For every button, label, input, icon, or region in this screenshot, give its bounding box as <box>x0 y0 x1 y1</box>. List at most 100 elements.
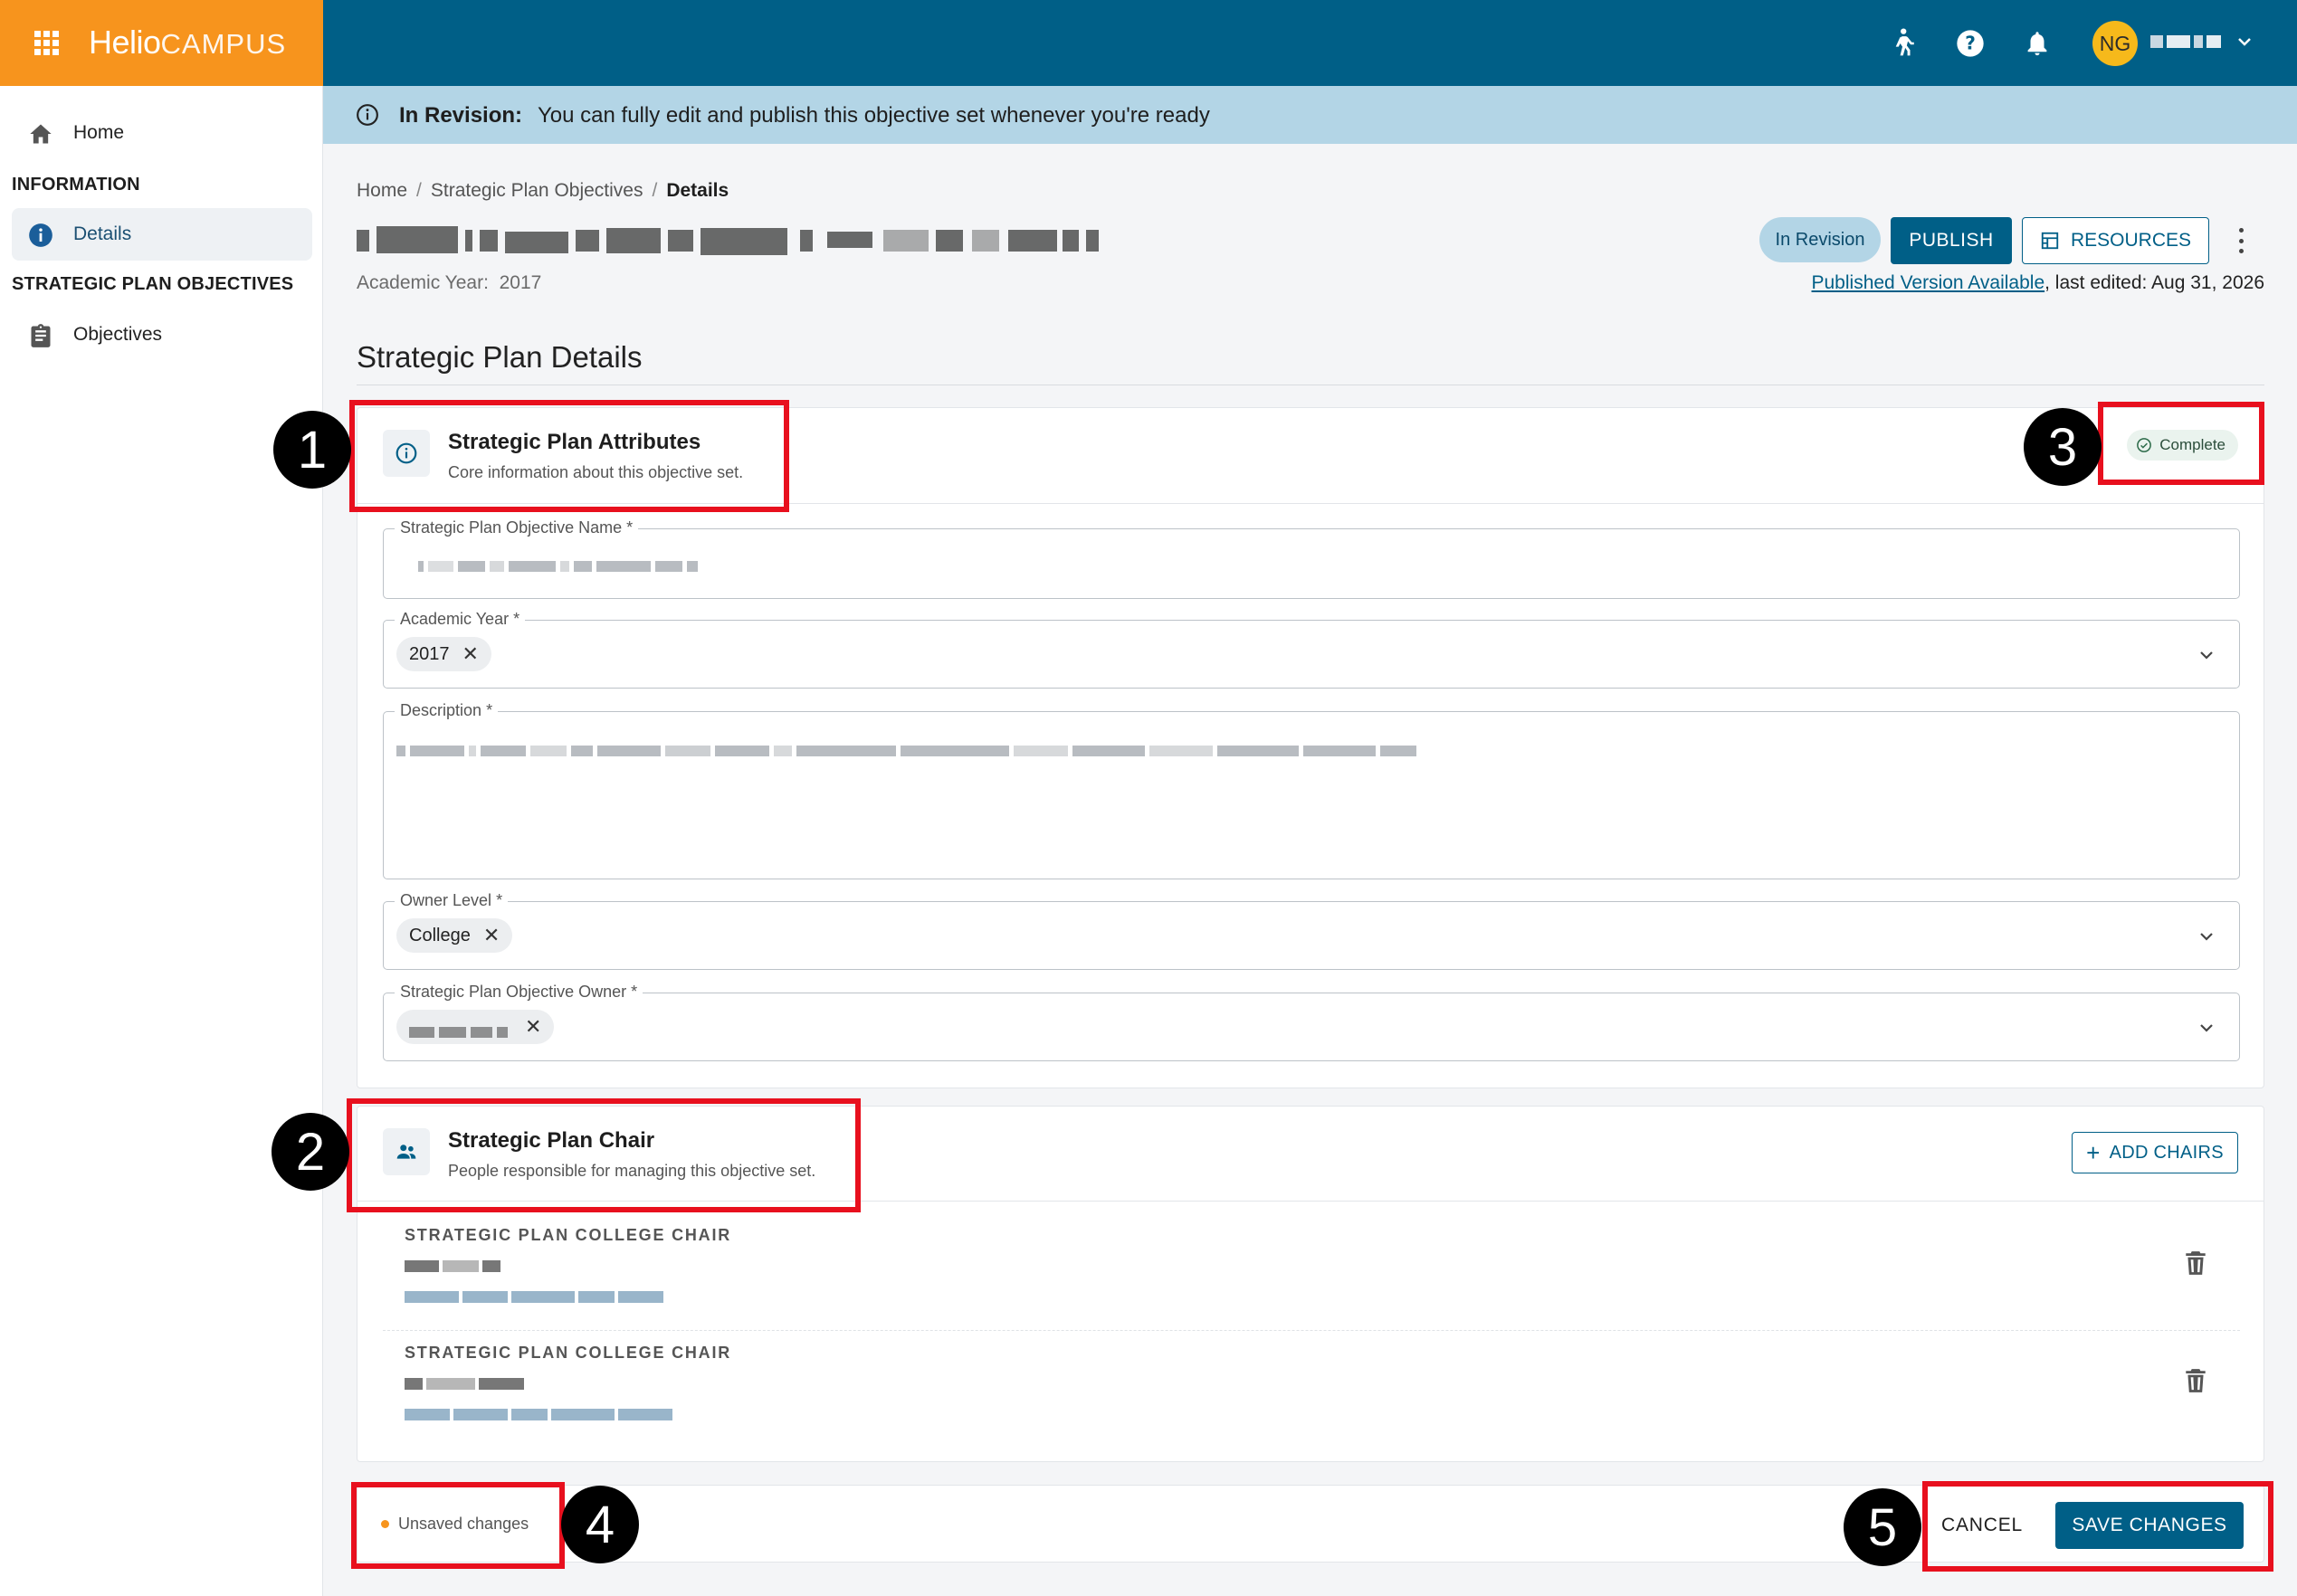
sidebar-item-label: Details <box>73 223 132 244</box>
description-label: Description * <box>395 701 499 720</box>
published-version-link[interactable]: Published Version Available <box>1812 272 2045 293</box>
more-options-icon[interactable] <box>2232 224 2250 257</box>
logo-word-helio: Helio <box>89 24 161 61</box>
table-chart-icon <box>2041 232 2059 250</box>
remove-chip-close-icon[interactable]: ✕ <box>462 644 479 664</box>
academic-year-chip: 2017 ✕ <box>396 637 491 671</box>
cancel-button[interactable]: CANCEL <box>1930 1502 2034 1549</box>
required-marker: * <box>496 891 503 909</box>
home-icon <box>30 124 52 144</box>
brand-area: HelioCAMPUS <box>0 0 323 86</box>
sidebar-item-label: Home <box>73 122 125 143</box>
description-textarea[interactable]: Description * <box>383 701 2240 879</box>
help-icon[interactable]: ? <box>1954 27 1987 60</box>
chevron-down-icon[interactable] <box>2196 926 2217 947</box>
objective-name-label: Strategic Plan Objective Name * <box>395 518 639 537</box>
chair-row: STRATEGIC PLAN COLLEGE CHAIR <box>383 1204 2240 1320</box>
remove-chip-close-icon[interactable]: ✕ <box>483 926 500 945</box>
published-info: Published Version Available, last edited… <box>1812 272 2265 294</box>
unsaved-dot-icon <box>381 1520 389 1528</box>
owner-level-chip: College ✕ <box>396 918 513 953</box>
annotation-number-1: 1 <box>273 411 351 489</box>
objective-owner-label: Strategic Plan Objective Owner * <box>395 983 643 1002</box>
trash-icon[interactable] <box>2184 1367 2207 1394</box>
academic-year-select[interactable]: Academic Year * 2017 ✕ <box>383 610 2240 689</box>
section-title: Strategic Plan Details <box>357 340 643 374</box>
chip-label: College <box>409 925 471 945</box>
heliocampus-logo[interactable]: HelioCAMPUS <box>89 24 286 62</box>
annotation-number-3: 3 <box>2024 408 2102 486</box>
top-app-bar: HelioCAMPUS ? NG <box>0 0 2297 86</box>
card-divider <box>357 1201 2264 1202</box>
people-icon <box>383 1128 430 1175</box>
field-label-text: Strategic Plan Objective Owner <box>400 983 627 1001</box>
apps-grid-icon[interactable] <box>34 31 59 55</box>
chevron-down-icon[interactable] <box>2196 1017 2217 1039</box>
last-edited-text: , last edited: Aug 31, 2026 <box>2044 272 2264 293</box>
objective-name-value-redacted <box>418 558 702 572</box>
owner-level-label: Owner Level * <box>395 891 509 910</box>
chair-name-redacted <box>405 1260 504 1277</box>
remove-chip-close-icon[interactable]: ✕ <box>525 1017 541 1037</box>
description-value-redacted <box>396 743 1421 756</box>
chair-row: STRATEGIC PLAN COLLEGE CHAIR <box>383 1322 2240 1438</box>
save-changes-button[interactable]: SAVE CHANGES <box>2055 1502 2244 1549</box>
required-marker: * <box>513 610 520 628</box>
breadcrumb-objectives-link[interactable]: Strategic Plan Objectives <box>431 180 643 201</box>
chevron-down-icon[interactable] <box>2196 644 2217 666</box>
field-label-text: Owner Level <box>400 891 492 909</box>
chair-email-redacted <box>405 1409 676 1425</box>
complete-label: Complete <box>2159 436 2226 453</box>
objective-owner-select[interactable]: Strategic Plan Objective Owner * ✕ <box>383 983 2240 1061</box>
breadcrumb-home-link[interactable]: Home <box>357 180 407 201</box>
objective-owner-chip: ✕ <box>396 1010 555 1044</box>
annotation-number-4: 4 <box>561 1486 639 1563</box>
sidebar-item-details[interactable]: Details <box>12 208 312 261</box>
publish-button[interactable]: PUBLISH <box>1891 217 2012 264</box>
breadcrumb: Home / Strategic Plan Objectives / Details <box>357 180 729 201</box>
chair-role: STRATEGIC PLAN COLLEGE CHAIR <box>405 1344 732 1362</box>
required-marker: * <box>626 518 634 537</box>
academic-year-value: 2017 <box>499 272 542 293</box>
bell-icon[interactable] <box>2021 27 2054 60</box>
clipboard-icon <box>31 324 51 347</box>
card-divider <box>357 503 2264 504</box>
attributes-card: Strategic Plan Attributes Core informati… <box>357 407 2264 1088</box>
field-label-text: Strategic Plan Objective Name <box>400 518 623 537</box>
check-circle-icon <box>2137 438 2152 452</box>
chair-title: Strategic Plan Chair <box>448 1128 655 1153</box>
required-marker: * <box>486 701 493 719</box>
attributes-subtitle: Core information about this objective se… <box>448 463 744 481</box>
info-filled-icon <box>29 223 52 247</box>
banner-title: In Revision: <box>399 103 523 128</box>
sidebar-heading-information: INFORMATION <box>12 175 140 195</box>
unsaved-label: Unsaved changes <box>398 1515 529 1533</box>
academic-year-field-label: Academic Year * <box>395 610 526 629</box>
accessibility-icon[interactable] <box>1886 27 1919 60</box>
info-outline-icon <box>357 104 378 126</box>
banner-message: You can fully edit and publish this obje… <box>538 103 1210 128</box>
objective-name-field[interactable]: Strategic Plan Objective Name * <box>383 518 2240 599</box>
unsaved-changes-indicator: Unsaved changes <box>381 1515 529 1534</box>
sidebar: Home INFORMATION Details STRATEGIC PLAN … <box>0 86 323 1596</box>
owner-level-select[interactable]: Owner Level * College ✕ <box>383 891 2240 970</box>
user-menu-chevron-down-icon[interactable] <box>2234 31 2255 57</box>
owner-chip-value-redacted <box>409 1021 512 1038</box>
trash-icon[interactable] <box>2184 1249 2207 1277</box>
add-chairs-button[interactable]: + ADD CHAIRS <box>2072 1132 2238 1173</box>
avatar[interactable]: NG <box>2092 21 2138 66</box>
sidebar-item-objectives[interactable]: Objectives <box>12 309 312 361</box>
sidebar-item-home[interactable]: Home <box>12 107 312 159</box>
svg-text:?: ? <box>1965 33 1976 54</box>
chip-label: 2017 <box>409 643 450 664</box>
username-redacted[interactable] <box>2150 33 2241 52</box>
chair-name-redacted <box>405 1378 528 1394</box>
info-outline-icon <box>383 430 430 477</box>
resources-button[interactable]: RESOURCES <box>2022 217 2209 264</box>
academic-year-line: Academic Year: 2017 <box>357 272 541 294</box>
sidebar-heading-objectives: STRATEGIC PLAN OBJECTIVES <box>12 274 294 294</box>
chair-subtitle: People responsible for managing this obj… <box>448 1162 816 1180</box>
revision-banner: In Revision: You can fully edit and publ… <box>323 86 2297 144</box>
sidebar-item-label: Objectives <box>73 324 163 345</box>
field-label-text: Academic Year <box>400 610 510 628</box>
